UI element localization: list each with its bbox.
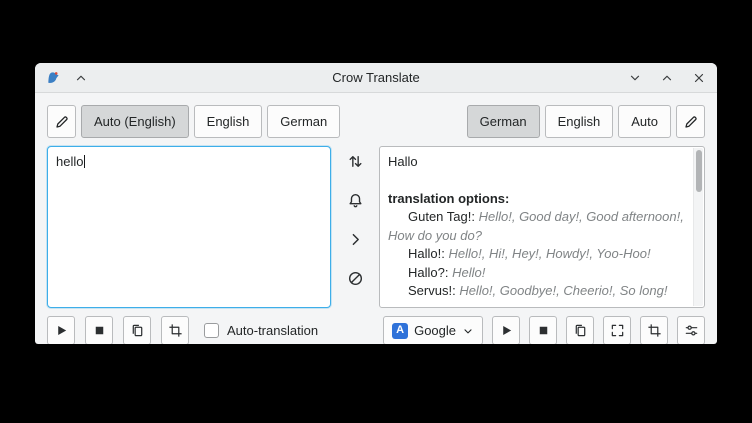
translation-language-auto-button[interactable]: Auto <box>618 105 671 138</box>
translation-language-german-button[interactable]: German <box>467 105 540 138</box>
option-meanings: Hello!, Goodbye!, Cheerio!, So long! <box>459 283 667 298</box>
option-meanings: Hello!, Hi!, Hey!, Howdy!, Yoo-Hoo! <box>448 246 650 261</box>
crop-icon <box>168 323 183 338</box>
copy-icon <box>573 323 588 338</box>
close-button[interactable] <box>691 70 707 86</box>
cancel-button[interactable] <box>342 265 368 291</box>
window-title: Crow Translate <box>35 70 717 85</box>
translation-option: Servus!: Hello!, Goodbye!, Cheerio!, So … <box>388 282 686 301</box>
source-text-input[interactable]: hello <box>47 146 331 308</box>
chevron-down-icon <box>462 325 474 337</box>
source-controls: Auto-translation <box>47 316 318 344</box>
play-icon <box>499 323 514 338</box>
auto-translation-label: Auto-translation <box>227 323 318 338</box>
translation-options-heading: translation options: <box>388 190 686 209</box>
play-source-button[interactable] <box>47 316 75 344</box>
pencil-icon <box>683 114 699 130</box>
translation-text: Hallo <box>388 153 686 172</box>
result-scrollbar-thumb[interactable] <box>696 150 702 192</box>
titlebar[interactable]: Crow Translate <box>35 63 717 93</box>
swap-icon <box>347 153 364 170</box>
bell-button[interactable] <box>342 187 368 213</box>
translation-controls: A Google <box>383 316 705 344</box>
copy-icon <box>130 323 145 338</box>
option-term: Hallo?: <box>408 265 448 280</box>
expand-icon <box>610 323 625 338</box>
crow-translate-window: Crow Translate Auto (English) <box>35 63 717 344</box>
result-scrollbar[interactable] <box>693 148 703 306</box>
source-language-english-button[interactable]: English <box>194 105 263 138</box>
translation-output[interactable]: Hallo translation options: Guten Tag!: H… <box>379 146 705 308</box>
popup-window-button[interactable] <box>603 316 631 344</box>
translation-option: Guten Tag!: Hello!, Good day!, Good afte… <box>388 208 686 245</box>
option-term: Guten Tag!: <box>408 209 475 224</box>
minimize-button[interactable] <box>627 70 643 86</box>
source-language-german-button[interactable]: German <box>267 105 340 138</box>
engine-selector[interactable]: A Google <box>383 316 483 344</box>
source-text: hello <box>56 154 83 169</box>
stop-icon <box>536 323 551 338</box>
middle-button-column <box>342 146 368 308</box>
option-term: Servus!: <box>408 283 456 298</box>
edit-source-languages-button[interactable] <box>47 105 76 138</box>
bell-icon <box>347 192 364 209</box>
option-term: Hallo!: <box>408 246 445 261</box>
translation-language-english-button[interactable]: English <box>545 105 614 138</box>
crop-translation-button[interactable] <box>640 316 668 344</box>
sliders-icon <box>684 323 699 338</box>
play-translation-button[interactable] <box>492 316 520 344</box>
source-language-auto-button[interactable]: Auto (English) <box>81 105 189 138</box>
copy-source-button[interactable] <box>123 316 151 344</box>
swap-languages-button[interactable] <box>342 148 368 174</box>
engine-label: Google <box>414 323 456 338</box>
option-meanings: Hello! <box>452 265 485 280</box>
auto-translation-checkbox[interactable] <box>204 323 219 338</box>
auto-translation-toggle[interactable]: Auto-translation <box>204 323 318 338</box>
maximize-button[interactable] <box>659 70 675 86</box>
crop-icon <box>647 323 662 338</box>
stop-source-button[interactable] <box>85 316 113 344</box>
translation-option: Hallo!: Hello!, Hi!, Hey!, Howdy!, Yoo-H… <box>388 245 686 264</box>
tune-button[interactable] <box>677 316 705 344</box>
pencil-icon <box>54 114 70 130</box>
edit-translation-languages-button[interactable] <box>676 105 705 138</box>
text-caret <box>84 155 85 168</box>
translation-option: Hallo?: Hello! <box>388 264 686 283</box>
crop-source-button[interactable] <box>161 316 189 344</box>
forward-button[interactable] <box>342 226 368 252</box>
stop-translation-button[interactable] <box>529 316 557 344</box>
source-language-bar: Auto (English) English German <box>47 105 340 138</box>
keep-above-icon[interactable] <box>73 70 89 86</box>
cancel-icon <box>347 270 364 287</box>
chevron-right-icon <box>347 231 364 248</box>
google-translate-icon: A <box>392 323 408 339</box>
translation-language-bar: German English Auto <box>467 105 705 138</box>
stop-icon <box>92 323 107 338</box>
app-icon[interactable] <box>45 70 61 86</box>
main-content: Auto (English) English German German Eng… <box>35 93 717 344</box>
play-icon <box>54 323 69 338</box>
copy-translation-button[interactable] <box>566 316 594 344</box>
